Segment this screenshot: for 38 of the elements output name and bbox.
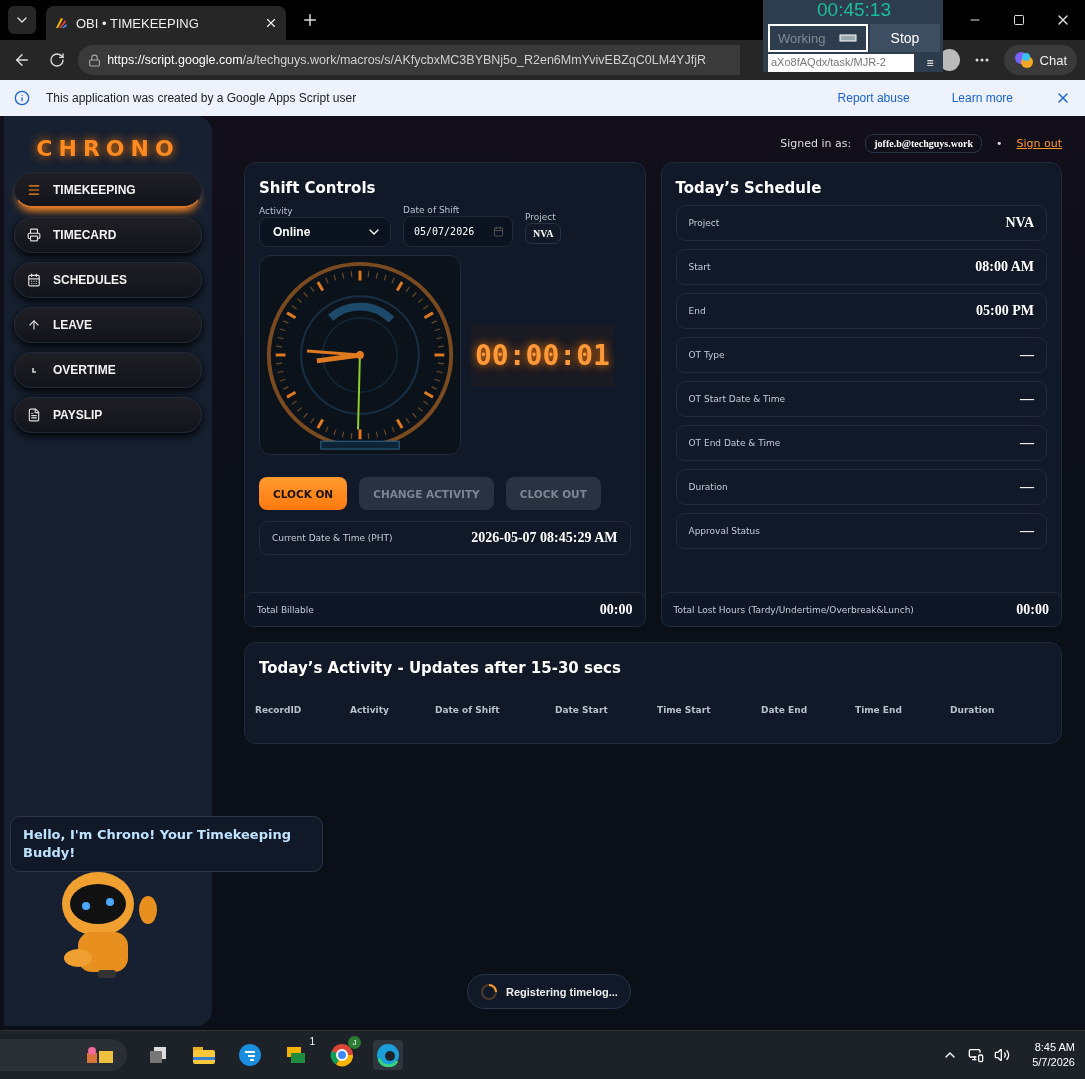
- schedule-row: OT Start Date & Time —: [675, 381, 1047, 417]
- signed-in-label: Signed in as:: [780, 136, 852, 150]
- panel-title: Today’s Activity - Updates after 15-30 secs: [259, 659, 622, 677]
- speech-bubble: Hello, I'm Chrono! Your Timekeeping Buddy!: [10, 816, 323, 872]
- total-billable-bar: Total Billable 00:00: [244, 592, 646, 627]
- field-label: Project: [525, 212, 557, 222]
- column-header: Duration: [950, 705, 996, 715]
- column-header: RecordID: [255, 705, 303, 715]
- notification-count: 1: [309, 1036, 315, 1047]
- elapsed-timer: 00:00:01: [471, 324, 614, 386]
- column-header: Time End: [855, 705, 903, 715]
- elapsed-time: 00:45:13: [816, 0, 892, 22]
- schedule-row: End 05:00 PM: [675, 293, 1047, 329]
- user-email: joffe.b@techguys.work: [865, 133, 982, 153]
- field-label: Date of Shift: [403, 205, 461, 215]
- project-chip: NVA: [525, 223, 562, 244]
- panel-title: Today’s Schedule: [675, 179, 823, 197]
- tab-title: OBI • TIMEKEEPING: [76, 15, 200, 31]
- total-lost-hours-bar: Total Lost Hours (Tardy/Undertime/Overbreak&Lunch) 00:00: [660, 592, 1062, 627]
- column-header: Activity: [350, 705, 390, 715]
- separator-dot: •: [996, 136, 1003, 150]
- schedule-row: Duration —: [675, 469, 1047, 505]
- panel-title: Shift Controls: [259, 179, 377, 197]
- schedule-row: Start 08:00 AM: [675, 249, 1047, 285]
- schedule-row: Project NVA: [675, 205, 1047, 241]
- schedule-row: OT End Date & Time —: [675, 425, 1047, 461]
- column-header: Date Start: [555, 705, 609, 715]
- column-header: Time Start: [657, 705, 712, 715]
- toast-message: Registering timelog...: [506, 985, 618, 998]
- brand-logo: CHRONO: [35, 136, 181, 161]
- info-message: This application was created by a Google Apps Script user: [46, 91, 358, 105]
- field-label: Activity: [259, 206, 294, 216]
- column-header: Date End: [761, 705, 809, 715]
- schedule-row: Approval Status —: [675, 513, 1047, 549]
- profile-badge: J: [348, 1036, 361, 1049]
- current-datetime-row: Current Date & Time (PHT) 2026-05-07 08:45:29 AM: [259, 521, 631, 555]
- column-header: Date of Shift: [435, 705, 501, 715]
- schedule-row: OT Type —: [675, 337, 1047, 373]
